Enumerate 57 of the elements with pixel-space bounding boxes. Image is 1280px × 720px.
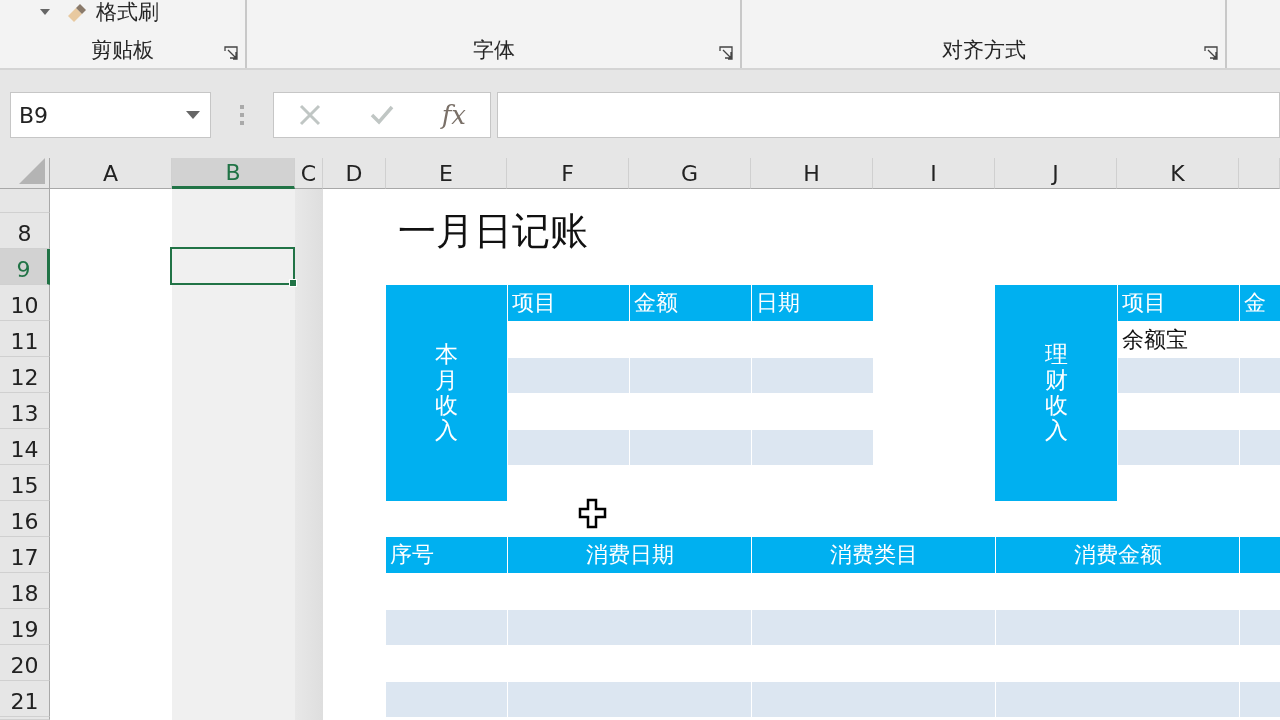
grip-icon <box>239 104 245 126</box>
dialog-launcher-icon[interactable] <box>1204 46 1218 60</box>
table-header-cell: 消费类目 <box>751 537 995 573</box>
selected-cell[interactable] <box>170 247 295 285</box>
row-header[interactable]: 18 <box>0 573 50 609</box>
row-header[interactable]: 19 <box>0 609 50 645</box>
column-header[interactable]: I <box>873 158 995 189</box>
row-header[interactable]: 12 <box>0 357 50 393</box>
column-header[interactable]: J <box>995 158 1117 189</box>
table-header-cell: 消费金额 <box>995 537 1239 573</box>
row-header[interactable]: 10 <box>0 285 50 321</box>
formula-input[interactable] <box>497 92 1280 138</box>
column-header[interactable]: F <box>507 158 629 189</box>
row-header[interactable]: 20 <box>0 645 50 681</box>
row-header[interactable] <box>0 189 50 213</box>
column-header[interactable]: B <box>172 158 295 189</box>
cancel-icon[interactable] <box>297 103 322 127</box>
ribbon-group-label: 剪贴板 <box>91 37 154 64</box>
merged-label-cell: 理财收入 <box>995 285 1117 501</box>
column-header[interactable]: D <box>323 158 386 189</box>
table-header-cell: 金额 <box>629 285 751 321</box>
row-header[interactable]: 14 <box>0 429 50 465</box>
column-header[interactable]: H <box>751 158 873 189</box>
row-header[interactable]: 21 <box>0 681 50 717</box>
format-painter-button[interactable]: 格式刷 <box>64 0 159 26</box>
dialog-launcher-icon[interactable] <box>719 46 733 60</box>
column-header[interactable]: K <box>1117 158 1239 189</box>
select-all-button[interactable] <box>0 158 50 189</box>
row-header[interactable]: 13 <box>0 393 50 429</box>
row-header[interactable]: 11 <box>0 321 50 357</box>
ribbon-group-label: 对齐方式 <box>941 37 1026 64</box>
column-header[interactable]: A <box>50 158 172 189</box>
row-header[interactable]: 16 <box>0 501 50 537</box>
caret-icon[interactable] <box>40 9 50 15</box>
sheet-title: 一月日记账 <box>397 213 589 249</box>
table-header-cell: 消费日期 <box>507 537 751 573</box>
table-header-cell: 日期 <box>751 285 873 321</box>
insert-function-button[interactable]: fx <box>441 100 466 130</box>
row-header[interactable]: 8 <box>0 213 50 249</box>
cursor-icon <box>578 498 608 530</box>
dropdown-caret-icon[interactable] <box>186 111 200 119</box>
table-header-cell: 金 <box>1239 285 1280 321</box>
table-header-cell: 项目 <box>507 285 629 321</box>
row-header[interactable]: 15 <box>0 465 50 501</box>
column-header[interactable] <box>1239 158 1280 189</box>
name-box[interactable]: B9 <box>10 92 211 138</box>
row-header[interactable]: 9 <box>0 249 50 285</box>
ribbon-group-label: 字体 <box>472 37 515 64</box>
row-header[interactable]: 17 <box>0 537 50 573</box>
column-header[interactable]: C <box>295 158 323 189</box>
column-header[interactable]: E <box>386 158 507 189</box>
table-header-cell: 序号 <box>386 537 507 573</box>
column-header[interactable]: G <box>629 158 751 189</box>
merged-label-cell: 本月收入 <box>386 285 507 501</box>
table-header-cell: 项目 <box>1117 285 1239 321</box>
checkmark-icon[interactable] <box>369 103 394 127</box>
dialog-launcher-icon[interactable] <box>224 46 238 60</box>
